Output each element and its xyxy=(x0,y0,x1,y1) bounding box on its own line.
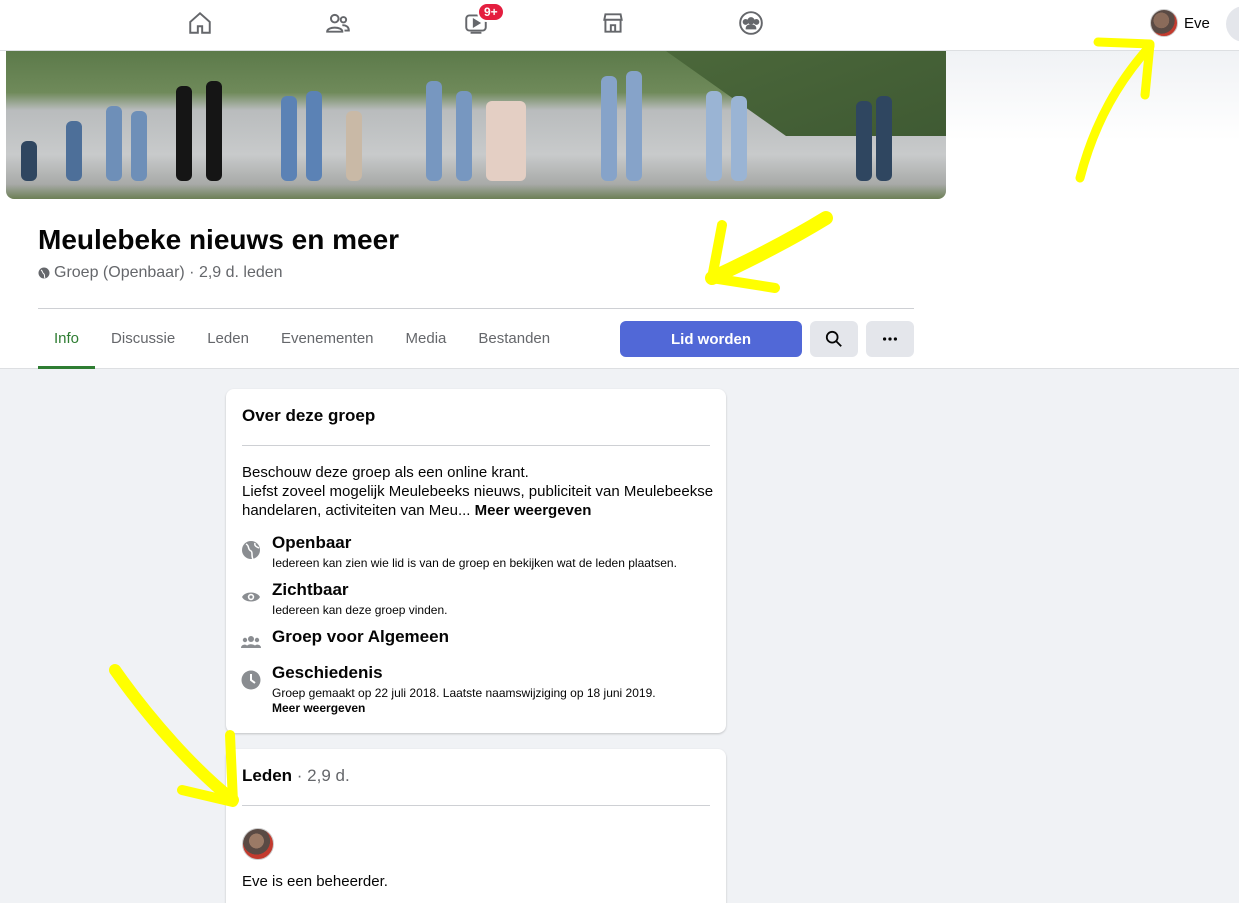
info-title: Groep voor Algemeen xyxy=(272,627,449,646)
tab-media[interactable]: Media xyxy=(390,316,463,369)
about-description: Beschouw deze groep als een online krant… xyxy=(242,463,714,520)
marketplace-icon[interactable] xyxy=(595,8,631,38)
tab-leden[interactable]: Leden xyxy=(191,316,265,369)
cover-figure xyxy=(706,91,722,181)
admin-text: Eve is een beheerder. xyxy=(242,873,388,890)
members-count: · 2,9 d. xyxy=(292,766,350,785)
notification-badge: 9+ xyxy=(477,2,505,22)
group-tabs: Info Discussie Leden Evenementen Media B… xyxy=(38,316,566,369)
home-icon[interactable] xyxy=(182,8,218,38)
cover-figure xyxy=(176,86,192,181)
cover-figure xyxy=(21,141,37,181)
annotation-arrow-members xyxy=(109,664,239,806)
top-navigation-bar: 9+ Eve xyxy=(0,0,1239,51)
members-card: Leden · 2,9 d. Eve is een beheerder. xyxy=(226,749,726,903)
cover-figure xyxy=(456,91,472,181)
cover-figure xyxy=(206,81,222,181)
more-dots-icon xyxy=(882,337,898,341)
cover-figure xyxy=(486,101,526,181)
tab-bestanden[interactable]: Bestanden xyxy=(462,316,566,369)
avatar[interactable] xyxy=(242,828,274,860)
cover-figure xyxy=(106,106,122,181)
info-row-public: Openbaar Iedereen kan zien wie lid is va… xyxy=(240,533,677,571)
avatar xyxy=(1150,9,1178,37)
cover-figure xyxy=(876,96,892,181)
see-more-link[interactable]: Meer weergeven xyxy=(475,502,592,519)
globe-icon xyxy=(242,541,260,560)
info-title: Zichtbaar xyxy=(272,580,349,599)
tab-evenementen[interactable]: Evenementen xyxy=(265,316,390,369)
info-subtitle: Groep gemaakt op 22 juli 2018. Laatste n… xyxy=(272,686,656,700)
clock-icon xyxy=(241,670,261,690)
about-card: Over deze groep Beschouw deze groep als … xyxy=(226,389,726,733)
cover-figure xyxy=(731,96,747,181)
cover-figure xyxy=(346,111,362,181)
cover-photo xyxy=(6,51,946,199)
cover-figure xyxy=(601,76,617,181)
info-subtitle: Iedereen kan deze groep vinden. xyxy=(272,603,448,617)
people-icon xyxy=(241,636,261,648)
info-row-visible: Zichtbaar Iedereen kan deze groep vinden… xyxy=(240,580,447,618)
search-icon xyxy=(825,330,842,347)
info-row-history: Geschiedenis Groep gemaakt op 22 juli 20… xyxy=(240,663,656,715)
members-title-label: Leden xyxy=(242,766,293,785)
menu-button[interactable] xyxy=(1226,6,1239,42)
cover-figure xyxy=(281,96,297,181)
history-see-more-link[interactable]: Meer weergeven xyxy=(272,701,656,715)
eye-icon xyxy=(242,592,260,602)
tab-info[interactable]: Info xyxy=(38,316,96,369)
profile-name: Eve xyxy=(1184,14,1210,32)
globe-icon xyxy=(38,267,50,279)
watch-icon[interactable]: 9+ xyxy=(458,2,505,38)
cover-figure xyxy=(131,111,147,181)
info-subtitle: Iedereen kan zien wie lid is van de groe… xyxy=(272,556,677,570)
about-title: Over deze groep xyxy=(242,406,376,425)
info-row-category: Groep voor Algemeen xyxy=(240,627,449,653)
card-divider xyxy=(242,805,710,806)
info-title: Openbaar xyxy=(272,533,352,552)
friends-icon[interactable] xyxy=(320,8,356,38)
group-meta-text: Groep (Openbaar) · 2,9 d. leden xyxy=(54,264,283,281)
members-title: Leden · 2,9 d. xyxy=(242,766,350,786)
cover-figure xyxy=(626,71,642,181)
search-button[interactable] xyxy=(810,321,858,357)
more-options-button[interactable] xyxy=(866,321,914,357)
tab-discussie[interactable]: Discussie xyxy=(95,316,191,369)
info-title: Geschiedenis xyxy=(272,663,383,682)
group-meta: Groep (Openbaar) · 2,9 d. leden xyxy=(38,264,283,282)
cover-figure xyxy=(306,91,322,181)
join-group-button[interactable]: Lid worden xyxy=(620,321,802,357)
cover-figure xyxy=(66,121,82,181)
cover-figure xyxy=(856,101,872,181)
profile-button[interactable]: Eve xyxy=(1150,9,1210,37)
cover-figure xyxy=(426,81,442,181)
header-background xyxy=(946,51,1239,141)
groups-icon[interactable] xyxy=(733,8,769,38)
group-title: Meulebeke nieuws en meer xyxy=(38,224,400,255)
header-divider xyxy=(38,308,914,309)
card-divider xyxy=(242,445,710,446)
